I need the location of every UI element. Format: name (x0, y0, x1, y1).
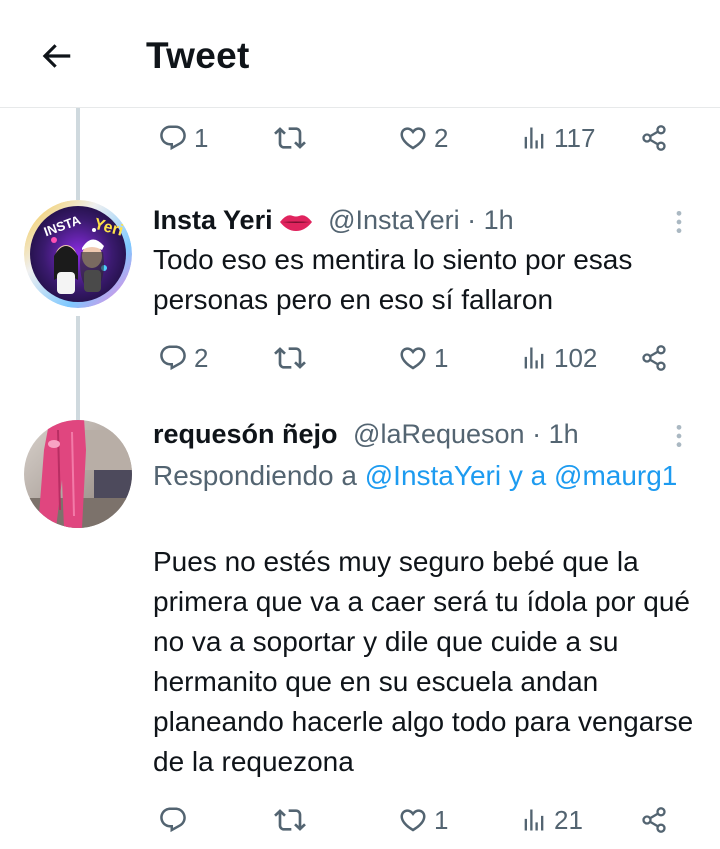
reply-icon (158, 343, 188, 373)
like-count: 1 (434, 343, 449, 373)
views-count: 102 (554, 343, 598, 373)
like-button[interactable]: 1 (398, 798, 448, 842)
reply-icon (158, 123, 188, 153)
display-name[interactable]: Insta Yeri (153, 205, 273, 235)
mention-link[interactable]: @maurg1 (554, 460, 677, 491)
retweet-icon (274, 804, 306, 836)
like-count: 2 (434, 123, 449, 153)
timestamp[interactable]: 1h (549, 419, 579, 449)
share-button[interactable] (640, 798, 668, 842)
like-count: 1 (434, 805, 449, 835)
previous-tweet-actions: 1 2 117 (0, 116, 720, 160)
heart-icon (398, 343, 428, 373)
user-handle[interactable]: @laRequeson (353, 419, 525, 449)
tweet-text: Pues no estés muy seguro bebé que la pri… (153, 546, 694, 777)
avatar[interactable]: INSTA Yeri (24, 200, 132, 308)
page-title: Tweet (146, 35, 250, 76)
reply-icon (158, 805, 188, 835)
user-handle[interactable]: @InstaYeri (328, 205, 459, 235)
avatar[interactable] (24, 420, 132, 528)
tweet-laRequeson[interactable]: requesón ñejo @laRequeson · 1h Respondie… (0, 419, 720, 840)
arrow-left-icon (42, 44, 71, 68)
more-options-button[interactable] (664, 416, 694, 456)
heart-icon (398, 123, 428, 153)
share-icon (640, 344, 668, 372)
tweet-text: Todo eso es mentira lo siento por esas p… (153, 244, 633, 315)
views-icon (520, 344, 548, 372)
replying-to-label: Respondiendo a (153, 460, 365, 491)
tweet-header: requesón ñejo @laRequeson · 1h (153, 414, 579, 454)
tweet-actions: 2 1 102 (0, 336, 720, 380)
retweet-icon (274, 122, 306, 154)
back-button[interactable] (30, 30, 82, 82)
mention-link[interactable]: @InstaYeri (365, 460, 501, 491)
lips-icon (279, 215, 312, 231)
retweet-icon (274, 342, 306, 374)
retweet-button[interactable] (274, 798, 306, 842)
tweet-header: Insta Yeri @InstaYeri · 1h (153, 200, 514, 240)
views-count: 21 (554, 805, 583, 835)
display-name[interactable]: requesón ñejo (153, 419, 338, 449)
retweet-button[interactable] (274, 116, 306, 160)
like-button[interactable]: 1 (398, 336, 448, 380)
timestamp[interactable]: 1h (484, 205, 514, 235)
views-count: 117 (554, 123, 596, 153)
share-icon (640, 806, 668, 834)
views-icon (520, 806, 548, 834)
share-button[interactable] (640, 336, 668, 380)
views-icon (520, 124, 548, 152)
reply-count: 2 (194, 343, 209, 373)
heart-icon (398, 805, 428, 835)
more-vertical-icon (666, 209, 692, 235)
separator-dot: · (467, 205, 477, 235)
share-icon (640, 124, 668, 152)
views-button[interactable]: 117 (520, 116, 595, 160)
reply-button[interactable] (158, 798, 188, 842)
more-vertical-icon (666, 423, 692, 449)
separator-dot: · (532, 419, 542, 449)
replying-to: Respondiendo a @InstaYeri y a @maurg1 (153, 456, 698, 496)
reply-button[interactable]: 1 (158, 116, 208, 160)
more-options-button[interactable] (664, 202, 694, 242)
views-button[interactable]: 102 (520, 336, 597, 380)
views-button[interactable]: 21 (520, 798, 583, 842)
top-bar: Tweet (0, 0, 720, 108)
tweet-actions: 1 21 (0, 798, 720, 842)
share-button[interactable] (640, 116, 668, 160)
reply-count: 1 (194, 123, 209, 153)
retweet-button[interactable] (274, 336, 306, 380)
like-button[interactable]: 2 (398, 116, 448, 160)
replying-to-and: y a (501, 460, 555, 491)
reply-button[interactable]: 2 (158, 336, 208, 380)
